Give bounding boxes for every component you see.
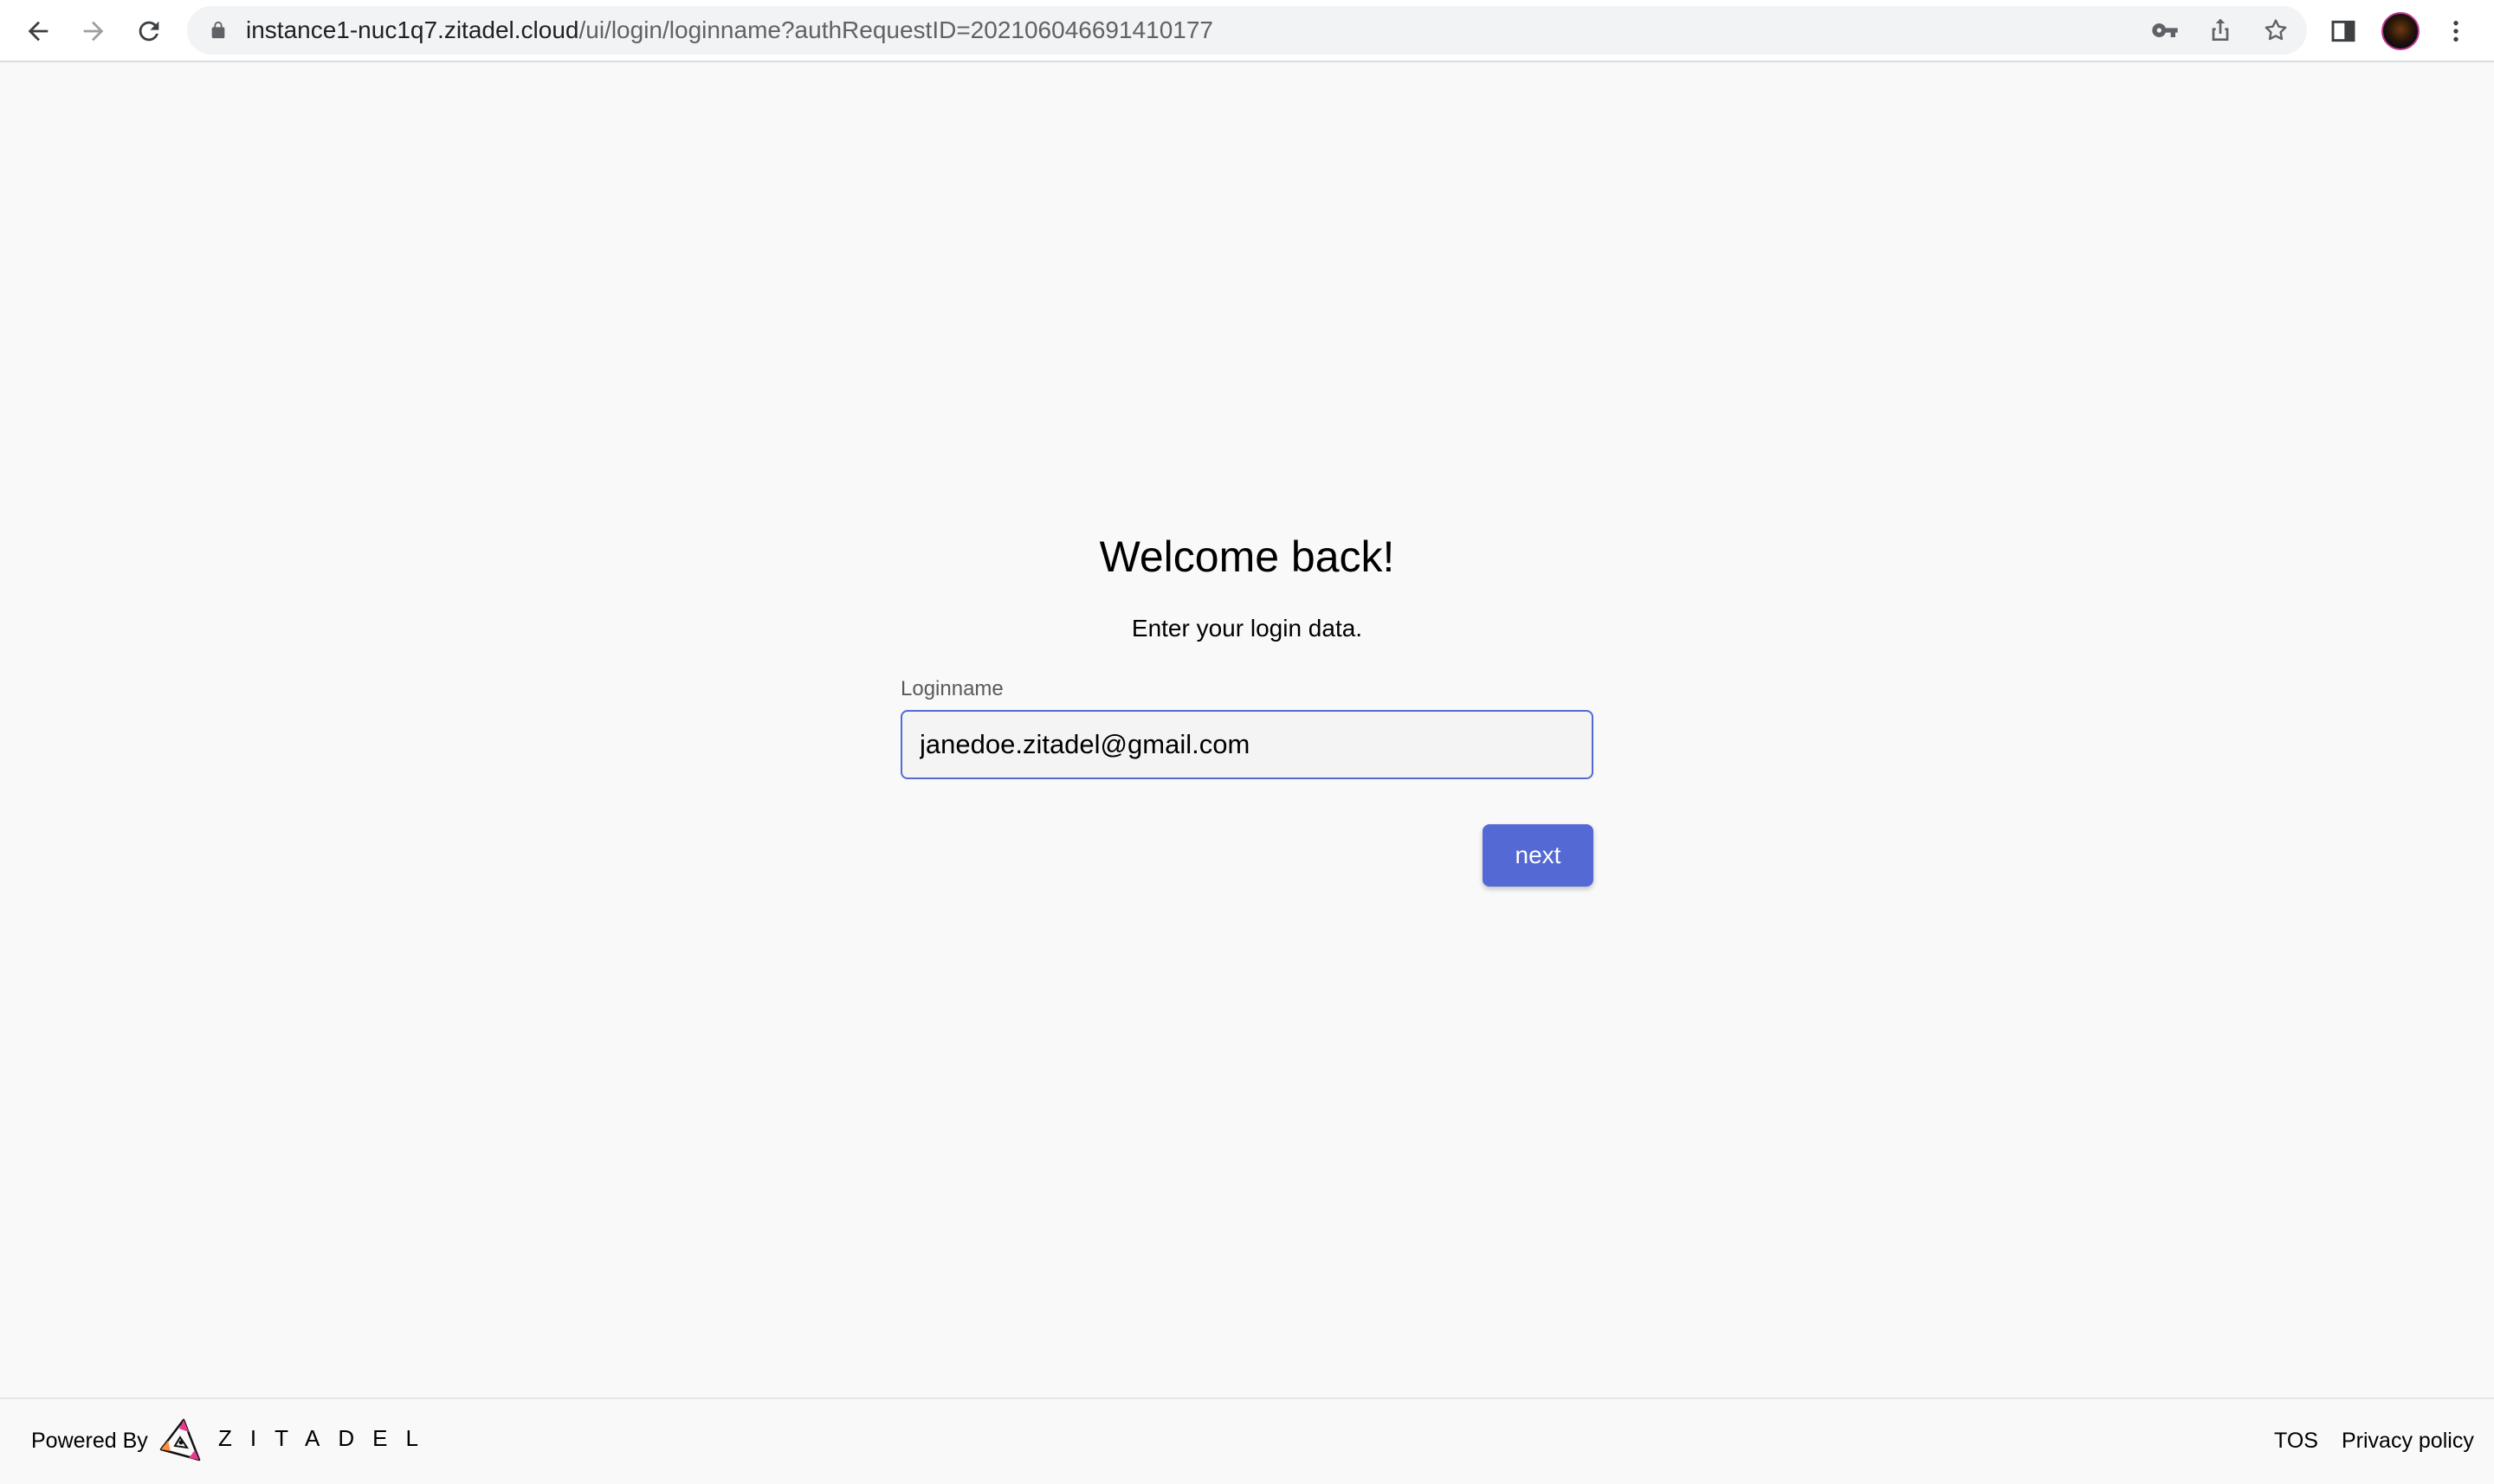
lock-icon[interactable] bbox=[206, 18, 230, 42]
arrow-right-icon bbox=[83, 21, 104, 42]
side-panel-icon bbox=[2331, 20, 2355, 42]
avatar bbox=[2381, 12, 2420, 50]
url-host: instance1-nuc1q7.zitadel.cloud bbox=[246, 16, 579, 43]
arrow-left-icon bbox=[28, 21, 48, 42]
kebab-menu-icon bbox=[2453, 21, 2458, 42]
page-title: Welcome back! bbox=[1099, 532, 1395, 581]
profile-button[interactable] bbox=[2380, 10, 2421, 52]
loginname-input[interactable] bbox=[901, 710, 1593, 779]
side-panel-button[interactable] bbox=[2323, 10, 2364, 52]
reload-button[interactable] bbox=[128, 10, 170, 52]
browser-toolbar: instance1-nuc1q7.zitadel.cloud/ui/login/… bbox=[0, 0, 2494, 62]
back-button[interactable] bbox=[17, 10, 59, 52]
key-icon[interactable] bbox=[2149, 15, 2181, 46]
login-page: Welcome back! Enter your login data. Log… bbox=[0, 64, 2494, 1397]
loginname-label: Loginname bbox=[901, 677, 1004, 700]
url-text: instance1-nuc1q7.zitadel.cloud/ui/login/… bbox=[246, 6, 1213, 55]
forward-button[interactable] bbox=[73, 10, 114, 52]
reload-icon bbox=[139, 21, 159, 42]
zitadel-wordmark: ZITADEL bbox=[218, 1425, 436, 1451]
privacy-policy-link[interactable]: Privacy policy bbox=[2342, 1429, 2474, 1454]
address-bar[interactable]: instance1-nuc1q7.zitadel.cloud/ui/login/… bbox=[187, 6, 2307, 55]
share-icon[interactable] bbox=[2205, 15, 2236, 46]
powered-by-text: Powered By bbox=[31, 1429, 148, 1453]
star-icon[interactable] bbox=[2260, 15, 2291, 46]
zitadel-logo-icon bbox=[159, 1418, 201, 1461]
browser-menu-button[interactable] bbox=[2435, 10, 2477, 52]
page-subtitle: Enter your login data. bbox=[1131, 615, 1363, 642]
next-button[interactable]: next bbox=[1483, 824, 1593, 887]
footer: Powered By ZITADEL TOS Privacy policy bbox=[0, 1397, 2494, 1484]
url-path: /ui/login/loginname?authRequestID=202106… bbox=[578, 16, 1213, 43]
tos-link[interactable]: TOS bbox=[2274, 1429, 2318, 1454]
